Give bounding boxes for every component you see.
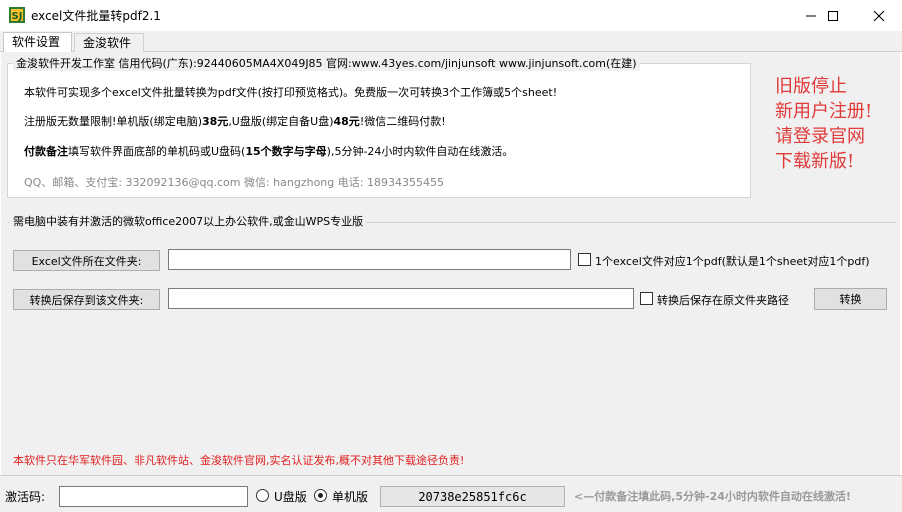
pricing-text-e: !微信二维码付款! — [359, 115, 446, 128]
tab-jinjun-software[interactable]: 金浚软件 — [74, 33, 144, 52]
promo-notice: 旧版停止 新用户注册! 请登录官网 下载新版! — [775, 74, 895, 174]
save-folder-input[interactable] — [168, 288, 634, 309]
info-line-intro: 本软件可实现多个excel文件批量转换为pdf文件(按打印预览格式)。免费版一次… — [24, 86, 558, 99]
close-icon — [873, 10, 885, 21]
machine-code-display: 20738e25851fc6c — [380, 486, 565, 507]
one-pdf-per-file-label: 1个excel文件对应1个pdf(默认是1个sheet对应1个pdf) — [595, 255, 870, 268]
activation-label: 激活码: — [5, 490, 46, 504]
maximize-button[interactable] — [810, 0, 856, 31]
pricing-text-c: ,U盘版(绑定自备U盘) — [228, 115, 334, 128]
usb-version-label: U盘版 — [274, 490, 307, 504]
single-machine-radio[interactable] — [314, 489, 327, 502]
activation-code-input[interactable] — [59, 486, 248, 507]
machine-code-hint: <—付款备注填此码,5分钟-24小时内软件自动在线激活! — [574, 490, 851, 503]
price-usb: 48元 — [333, 115, 360, 128]
promo-line: 请登录官网 — [775, 126, 865, 147]
convert-button[interactable]: 转换 — [814, 288, 887, 310]
close-button[interactable] — [856, 0, 902, 31]
pricing-text-a: 注册版无数量限制!单机版(绑定电脑) — [24, 115, 202, 128]
single-machine-label: 单机版 — [332, 490, 369, 504]
promo-line: 下载新版! — [775, 151, 855, 172]
tab-settings[interactable]: 软件设置 — [3, 32, 72, 53]
one-pdf-per-file-checkbox[interactable] — [578, 253, 591, 266]
payment-note-text-d: ),5分钟-24小时内软件自动在线激活。 — [326, 145, 514, 158]
info-line-payment-note: 付款备注填写软件界面底部的单机码或U盘码(15个数字与字母),5分钟-24小时内… — [24, 143, 513, 159]
info-group-title: 金浚软件开发工作室 信用代码(广东):92440605MA4X049J85 官网… — [13, 55, 640, 71]
save-folder-button[interactable]: 转换后保存到该文件夹: — [13, 289, 160, 310]
maximize-icon — [828, 10, 838, 21]
excel-folder-button[interactable]: Excel文件所在文件夹: — [13, 250, 160, 271]
svg-text:SJ: SJ — [12, 11, 23, 22]
info-line-pricing: 注册版无数量限制!单机版(绑定电脑)38元,U盘版(绑定自备U盘)48元!微信二… — [24, 113, 446, 129]
payment-note-code-hint: 15个数字与字母 — [245, 145, 327, 158]
save-in-original-path-label: 转换后保存在原文件夹路径 — [657, 294, 789, 307]
download-notice: 本软件只在华军软件园、非凡软件站、金浚软件官网,实名认证发布,概不对其他下载途径… — [13, 454, 465, 467]
info-line-contact: QQ、邮箱、支付宝: 332092136@qq.com 微信: hangzhon… — [24, 176, 444, 189]
app-logo-icon: SJ — [9, 7, 25, 23]
promo-line: 旧版停止 — [775, 76, 847, 97]
price-single: 38元 — [202, 115, 229, 128]
save-in-original-path-checkbox[interactable] — [640, 292, 653, 305]
usb-version-radio[interactable] — [256, 489, 269, 502]
payment-note-label: 付款备注 — [24, 145, 68, 158]
payment-note-text-b: 填写软件界面底部的单机码或U盘码( — [68, 145, 246, 158]
window-title: excel文件批量转pdf2.1 — [31, 9, 161, 23]
excel-folder-input[interactable] — [168, 249, 571, 270]
convert-group-title: 需电脑中装有并激活的微软office2007以上办公软件,或金山WPS专业版 — [10, 213, 367, 229]
promo-line: 新用户注册! — [775, 101, 873, 122]
